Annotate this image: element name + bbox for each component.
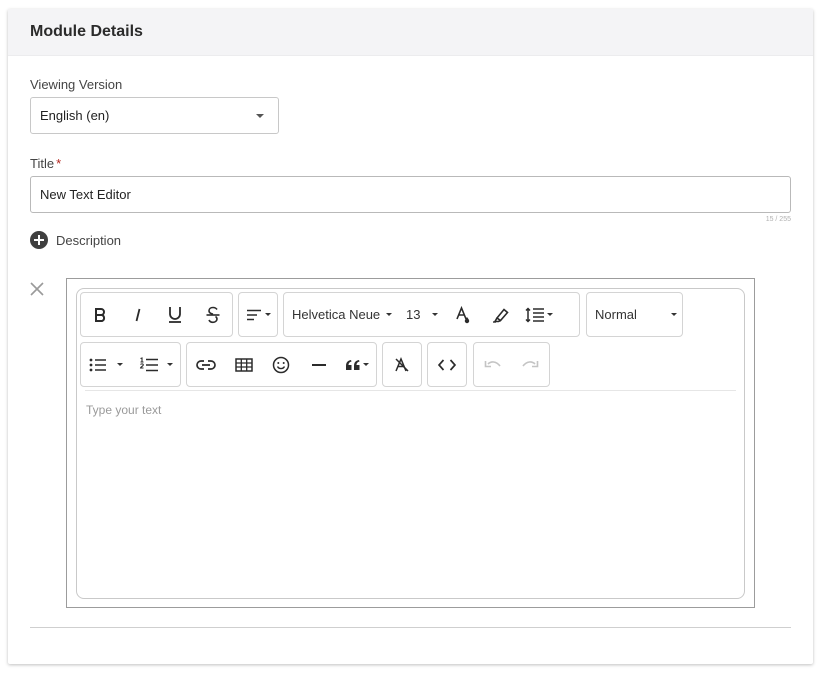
add-description-button[interactable]: Description <box>30 231 121 249</box>
editor-placeholder: Type your text <box>86 403 162 417</box>
chevron-down-icon <box>432 313 438 316</box>
clear-formatting-button[interactable] <box>383 343 421 386</box>
text-color-button[interactable] <box>444 293 482 336</box>
font-size-select[interactable]: 13 <box>398 293 444 336</box>
horizontal-rule-icon <box>311 363 327 367</box>
description-label: Description <box>56 232 122 248</box>
editor-content-area[interactable]: Type your text <box>86 403 736 583</box>
line-height-dropdown[interactable] <box>520 293 558 336</box>
code-icon <box>438 358 456 371</box>
table-icon <box>234 357 253 372</box>
undo-icon <box>484 359 502 371</box>
chevron-down-icon <box>671 313 677 316</box>
blockquote-dropdown[interactable] <box>338 343 376 386</box>
underline-icon <box>167 306 183 324</box>
emoji-icon <box>272 356 290 374</box>
align-group <box>238 292 278 337</box>
section-divider <box>30 627 791 628</box>
undo-button[interactable] <box>474 343 512 386</box>
insert-group <box>186 342 377 387</box>
chevron-down-icon <box>363 363 370 366</box>
font-group: Helvetica Neue 13 <box>283 292 580 337</box>
line-height-icon <box>525 306 545 323</box>
clear-format-icon <box>394 356 410 373</box>
redo-icon <box>521 359 539 371</box>
description-editor-wrapper: Helvetica Neue 13 Normal Type your text <box>66 278 755 608</box>
quote-icon <box>345 359 361 371</box>
format-group <box>80 292 233 337</box>
bullet-list-dropdown[interactable] <box>81 343 131 386</box>
text-color-icon <box>455 305 471 324</box>
viewing-version-value: English (en) <box>40 108 110 123</box>
bold-icon <box>93 307 107 323</box>
font-size-value: 13 <box>406 307 421 322</box>
module-details-card: Module Details Viewing Version English (… <box>8 9 813 664</box>
viewing-version-select[interactable]: English (en) <box>30 97 279 134</box>
font-family-value: Helvetica Neue <box>292 307 381 322</box>
chevron-down-icon <box>256 114 264 118</box>
viewing-version-label: Viewing Version <box>30 77 123 92</box>
clear-format-group <box>382 342 422 387</box>
block-style-value: Normal <box>595 307 637 322</box>
block-style-select[interactable]: Normal <box>587 293 682 336</box>
close-icon[interactable] <box>30 282 44 298</box>
numbered-list-icon <box>139 356 159 373</box>
code-group <box>427 342 467 387</box>
insert-emoji-button[interactable] <box>263 343 301 386</box>
horizontal-rule-button[interactable] <box>300 343 338 386</box>
align-dropdown[interactable] <box>239 293 277 336</box>
insert-link-button[interactable] <box>187 343 225 386</box>
redo-button[interactable] <box>512 343 550 386</box>
chevron-down-icon <box>166 363 173 366</box>
title-input[interactable] <box>30 176 791 213</box>
italic-icon <box>132 307 144 323</box>
title-char-counter: 15 / 255 <box>765 216 791 223</box>
chevron-down-icon <box>547 313 553 316</box>
insert-table-button[interactable] <box>225 343 263 386</box>
bullet-list-icon <box>89 358 107 372</box>
list-group <box>80 342 181 387</box>
numbered-list-dropdown[interactable] <box>131 343 180 386</box>
chevron-down-icon <box>264 313 271 316</box>
title-label-text: Title <box>30 156 55 171</box>
card-title: Module Details <box>30 23 143 40</box>
card-header: Module Details <box>8 9 813 56</box>
plus-circle-icon <box>30 231 48 249</box>
bold-button[interactable] <box>81 293 119 336</box>
chevron-down-icon <box>117 363 123 366</box>
block-style-group: Normal <box>586 292 683 337</box>
align-left-icon <box>246 309 262 321</box>
required-mark: * <box>56 156 62 171</box>
strikethrough-button[interactable] <box>194 293 232 336</box>
highlighter-icon <box>492 307 510 323</box>
chevron-down-icon <box>386 313 392 316</box>
toolbar-divider <box>85 390 736 391</box>
rich-text-editor: Helvetica Neue 13 Normal Type your text <box>76 288 745 599</box>
italic-button[interactable] <box>119 293 157 336</box>
link-icon <box>196 359 216 371</box>
strikethrough-icon <box>205 306 221 324</box>
history-group <box>473 342 550 387</box>
underline-button[interactable] <box>157 293 195 336</box>
title-label: Title * <box>30 156 61 171</box>
source-code-button[interactable] <box>428 343 466 386</box>
font-family-select[interactable]: Helvetica Neue <box>284 293 398 336</box>
highlight-button[interactable] <box>482 293 520 336</box>
